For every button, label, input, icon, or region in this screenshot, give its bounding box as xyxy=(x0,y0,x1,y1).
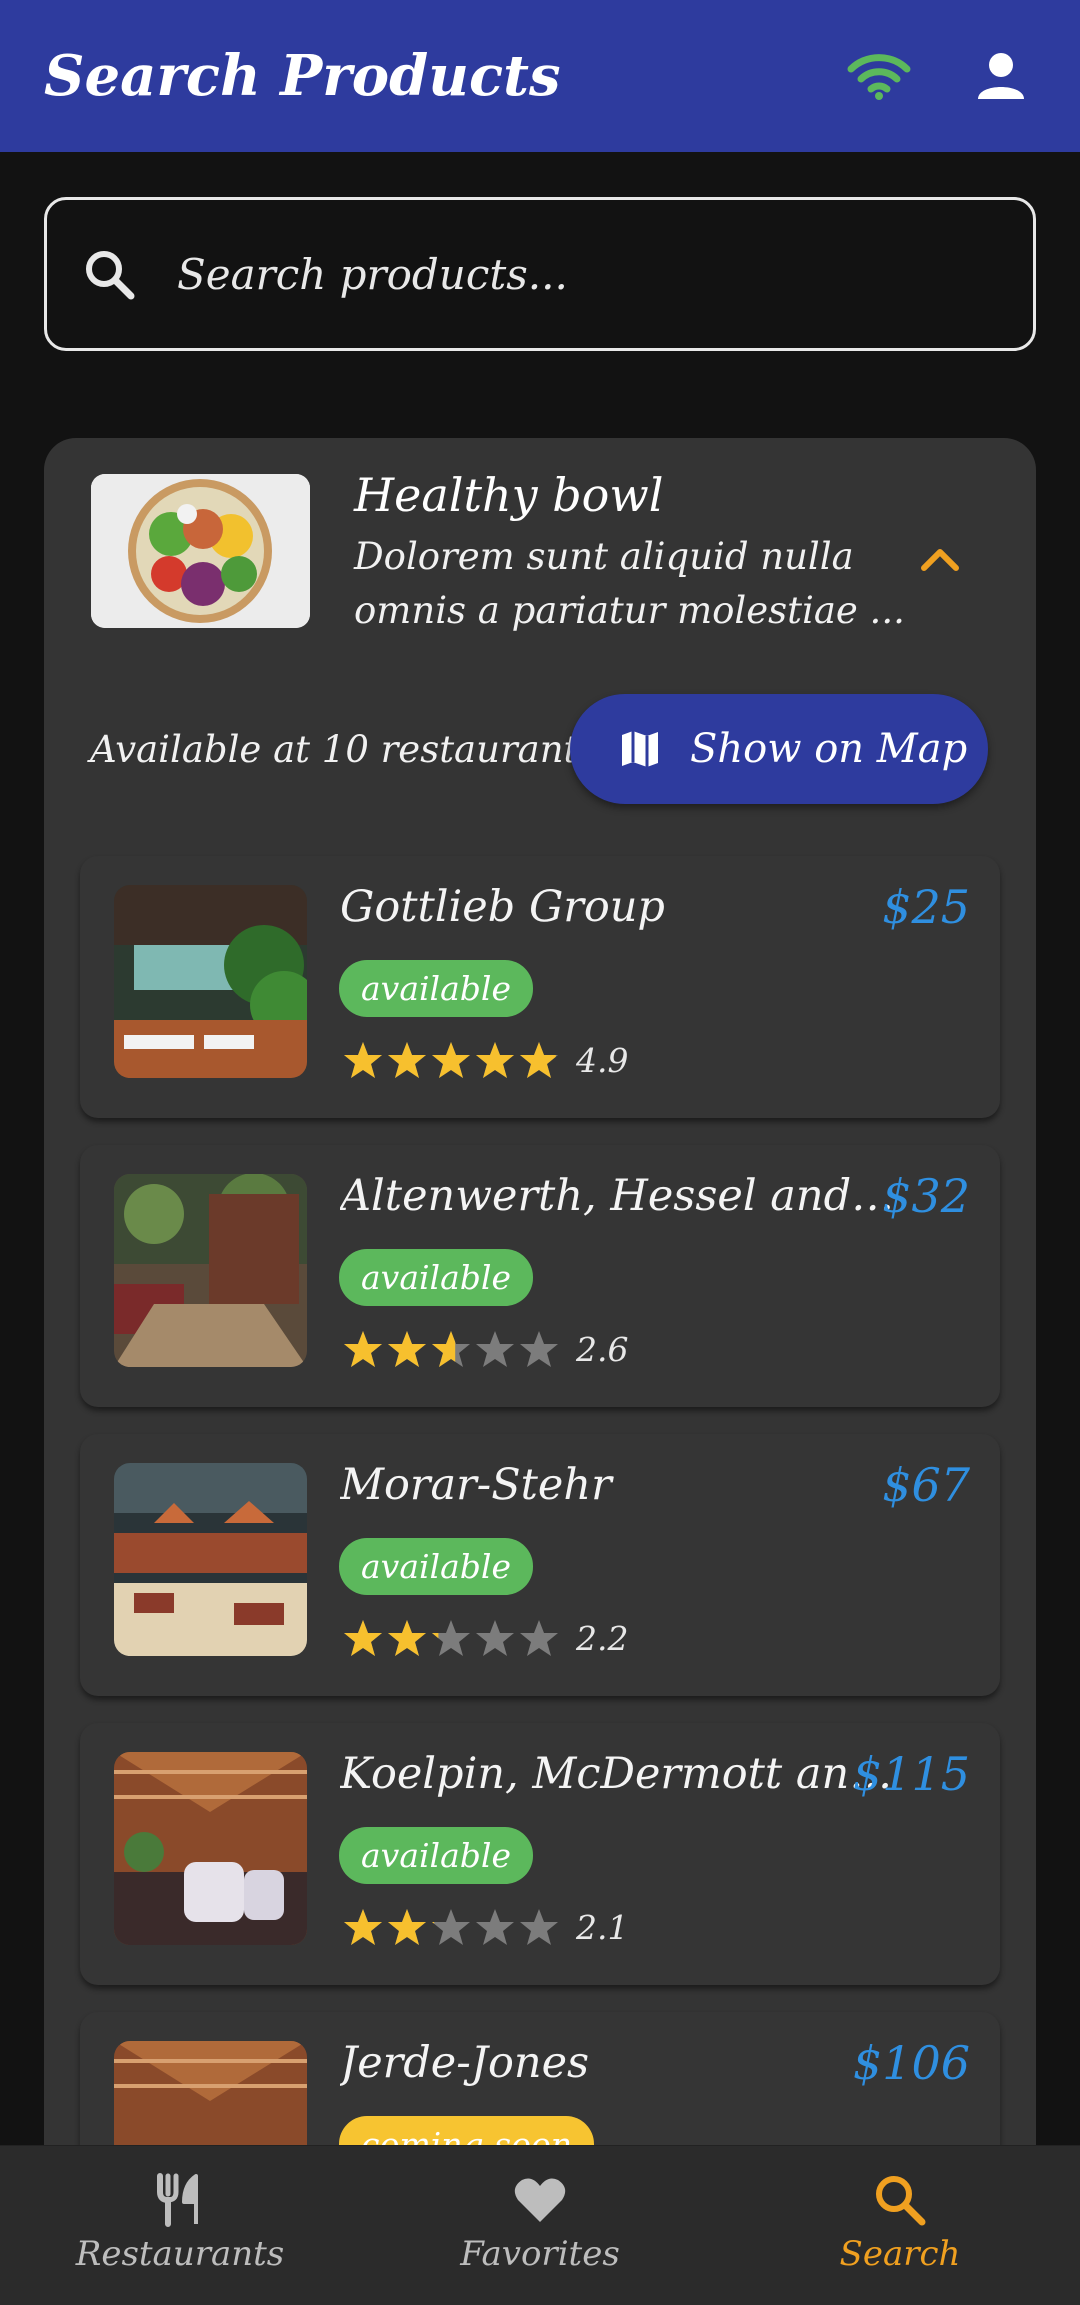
nav-restaurants-label: Restaurants xyxy=(75,2234,285,2274)
restaurant-card[interactable]: Koelpin, McDermott and Hills $115 availa… xyxy=(80,1723,1000,1985)
restaurant-icon xyxy=(157,2173,198,2227)
star-icon xyxy=(432,1620,470,1656)
availability-text: Available at 10 restaurants xyxy=(90,728,598,771)
star-icon xyxy=(476,1909,514,1945)
star-icon xyxy=(344,1620,382,1656)
restaurant-price: $32 xyxy=(882,1169,970,1223)
search-field[interactable] xyxy=(44,197,1036,351)
nav-favorites[interactable]: Favorites xyxy=(360,2146,720,2305)
restaurant-image xyxy=(114,1463,307,1656)
star-icon xyxy=(432,1331,470,1367)
search-input[interactable] xyxy=(177,249,997,299)
show-on-map-button[interactable]: Show on Map xyxy=(570,694,988,804)
status-badge: available xyxy=(339,1249,533,1306)
rating-stars: 2.2 xyxy=(342,1618,628,1658)
status-badge: available xyxy=(339,1827,533,1884)
rating-value: 2.6 xyxy=(576,1329,629,1369)
status-badge: available xyxy=(339,1538,533,1595)
heart-icon xyxy=(514,2178,566,2222)
product-card: Healthy bowl Dolorem sunt aliquid nulla … xyxy=(44,438,1036,2238)
restaurant-card[interactable]: Morar-Stehr $67 available 2.2 xyxy=(80,1434,1000,1696)
restaurant-list: Gottlieb Group $25 available 4.9 Altenwe… xyxy=(80,856,1000,2238)
rating-stars: 2.1 xyxy=(342,1907,628,1947)
account-icon[interactable] xyxy=(966,41,1036,111)
restaurant-image xyxy=(114,1752,307,1945)
product-name: Healthy bowl xyxy=(354,468,664,522)
rating-value: 4.9 xyxy=(576,1040,629,1080)
restaurant-card[interactable]: Gottlieb Group $25 available 4.9 xyxy=(80,856,1000,1118)
star-icon xyxy=(520,1909,558,1945)
nav-search[interactable]: Search xyxy=(720,2146,1080,2305)
restaurant-image xyxy=(114,885,307,1078)
star-icon xyxy=(388,1620,426,1656)
star-icon xyxy=(344,1909,382,1945)
star-icon xyxy=(520,1331,558,1367)
restaurant-image xyxy=(114,1174,307,1367)
star-icon xyxy=(344,1331,382,1367)
star-icon xyxy=(476,1042,514,1078)
star-icon xyxy=(432,1042,470,1078)
product-description: Dolorem sunt aliquid nulla omnis a paria… xyxy=(354,535,905,632)
star-icon xyxy=(388,1909,426,1945)
nav-search-label: Search xyxy=(839,2234,961,2274)
app-bar: Search Products xyxy=(0,0,1080,152)
star-icon xyxy=(388,1331,426,1367)
show-on-map-label: Show on Map xyxy=(690,726,968,772)
nav-restaurants[interactable]: Restaurants xyxy=(0,2146,360,2305)
restaurant-price: $106 xyxy=(852,2036,970,2090)
restaurant-name: Jerde-Jones xyxy=(340,2038,590,2088)
restaurant-name: Altenwerth, Hessel and Crona xyxy=(340,1171,900,1221)
restaurant-name: Morar-Stehr xyxy=(340,1460,612,1510)
search-icon xyxy=(876,2176,926,2226)
restaurant-name: Koelpin, McDermott and Hills xyxy=(340,1749,900,1799)
bottom-nav: Restaurants Favorites Search xyxy=(0,2145,1080,2305)
page-title: Search Products xyxy=(44,43,561,109)
restaurant-price: $25 xyxy=(882,880,970,934)
rating-value: 2.1 xyxy=(576,1907,629,1947)
restaurant-price: $67 xyxy=(882,1458,970,1512)
restaurant-price: $115 xyxy=(852,1747,970,1801)
star-icon xyxy=(388,1042,426,1078)
star-icon xyxy=(520,1620,558,1656)
map-icon xyxy=(622,731,658,767)
status-badge: available xyxy=(339,960,533,1017)
product-image xyxy=(91,474,310,628)
rating-value: 2.2 xyxy=(576,1618,629,1658)
restaurant-card[interactable]: Altenwerth, Hessel and Crona $32 availab… xyxy=(80,1145,1000,1407)
wifi-icon[interactable] xyxy=(844,41,914,111)
star-icon xyxy=(344,1042,382,1078)
product-header[interactable]: Healthy bowl Dolorem sunt aliquid nulla … xyxy=(44,438,1036,658)
star-icon xyxy=(476,1331,514,1367)
search-icon xyxy=(86,251,135,300)
chevron-up-icon[interactable] xyxy=(910,530,970,590)
star-icon xyxy=(520,1042,558,1078)
star-icon xyxy=(432,1909,470,1945)
rating-stars: 2.6 xyxy=(342,1329,628,1369)
star-icon xyxy=(476,1620,514,1656)
availability-row: Available at 10 restaurants Show on Map xyxy=(44,694,1036,804)
restaurant-name: Gottlieb Group xyxy=(340,882,665,932)
rating-stars: 4.9 xyxy=(342,1040,628,1080)
nav-favorites-label: Favorites xyxy=(460,2234,620,2274)
